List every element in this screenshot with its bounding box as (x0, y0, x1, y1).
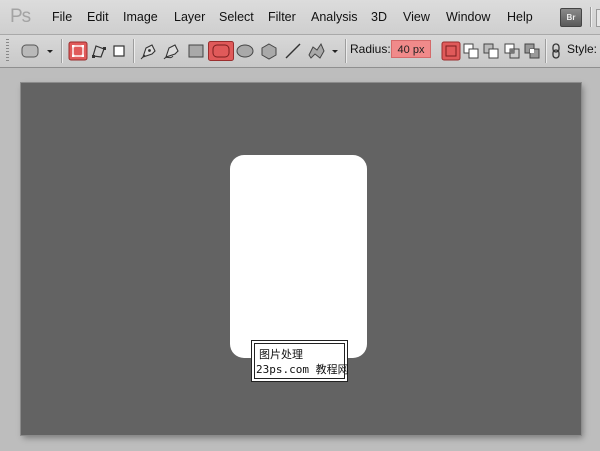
add-to-shape-area-icon[interactable] (462, 41, 480, 61)
menu-layer[interactable]: Layer (174, 10, 205, 24)
fill-pixels-mode-icon[interactable] (111, 41, 127, 61)
menu-separator (590, 7, 592, 27)
subtract-from-shape-area-icon[interactable] (482, 41, 500, 61)
menu-edit[interactable]: Edit (87, 10, 109, 24)
style-label: Style: (567, 42, 598, 56)
separator (133, 39, 135, 63)
rounded-rectangle-tool-icon[interactable] (208, 41, 234, 61)
custom-shape-tool-icon[interactable] (306, 41, 342, 61)
separator (61, 39, 63, 63)
shape-layers-mode-icon[interactable] (68, 41, 88, 61)
radius-input[interactable]: 40 px (391, 40, 431, 58)
polygon-tool-icon[interactable] (259, 41, 279, 61)
link-style-icon[interactable] (549, 41, 563, 61)
line-tool-icon[interactable] (283, 41, 303, 61)
watermark-line-2: 23ps.com 教程网 (256, 363, 349, 376)
exclude-overlapping-shape-areas-icon[interactable] (523, 41, 541, 61)
watermark-line-1: 图片处理 (259, 348, 303, 361)
menu-view[interactable]: View (403, 10, 430, 24)
radius-label: Radius: (350, 42, 391, 56)
pen-tool-icon[interactable] (139, 41, 159, 61)
menu-image[interactable]: Image (123, 10, 158, 24)
bridge-button[interactable]: Br (560, 8, 582, 27)
intersect-shape-areas-icon[interactable] (503, 41, 521, 61)
menu-3d[interactable]: 3D (371, 10, 387, 24)
menu-help[interactable]: Help (507, 10, 533, 24)
menu-filter[interactable]: Filter (268, 10, 296, 24)
menu-window[interactable]: Window (446, 10, 490, 24)
ellipse-tool-icon[interactable] (235, 41, 255, 61)
separator (545, 39, 547, 63)
freeform-pen-tool-icon[interactable] (162, 41, 182, 61)
new-shape-layer-icon[interactable] (441, 41, 461, 61)
menu-bar: Ps File Edit Image Layer Select Filter A… (0, 0, 600, 35)
separator (345, 39, 347, 63)
rounded-rectangle-shape[interactable] (230, 155, 367, 358)
watermark: 图片处理 23ps.com 教程网 (251, 340, 349, 382)
menu-select[interactable]: Select (219, 10, 254, 24)
arrange-documents-button[interactable] (596, 9, 600, 27)
options-bar (0, 35, 600, 68)
menu-analysis[interactable]: Analysis (311, 10, 358, 24)
rectangle-tool-icon[interactable] (187, 41, 205, 61)
options-bar-grip[interactable] (6, 39, 9, 63)
menu-file[interactable]: File (52, 10, 72, 24)
photoshop-logo: Ps (10, 6, 31, 27)
paths-mode-icon[interactable] (90, 41, 108, 61)
tool-preset-picker[interactable] (20, 41, 56, 61)
